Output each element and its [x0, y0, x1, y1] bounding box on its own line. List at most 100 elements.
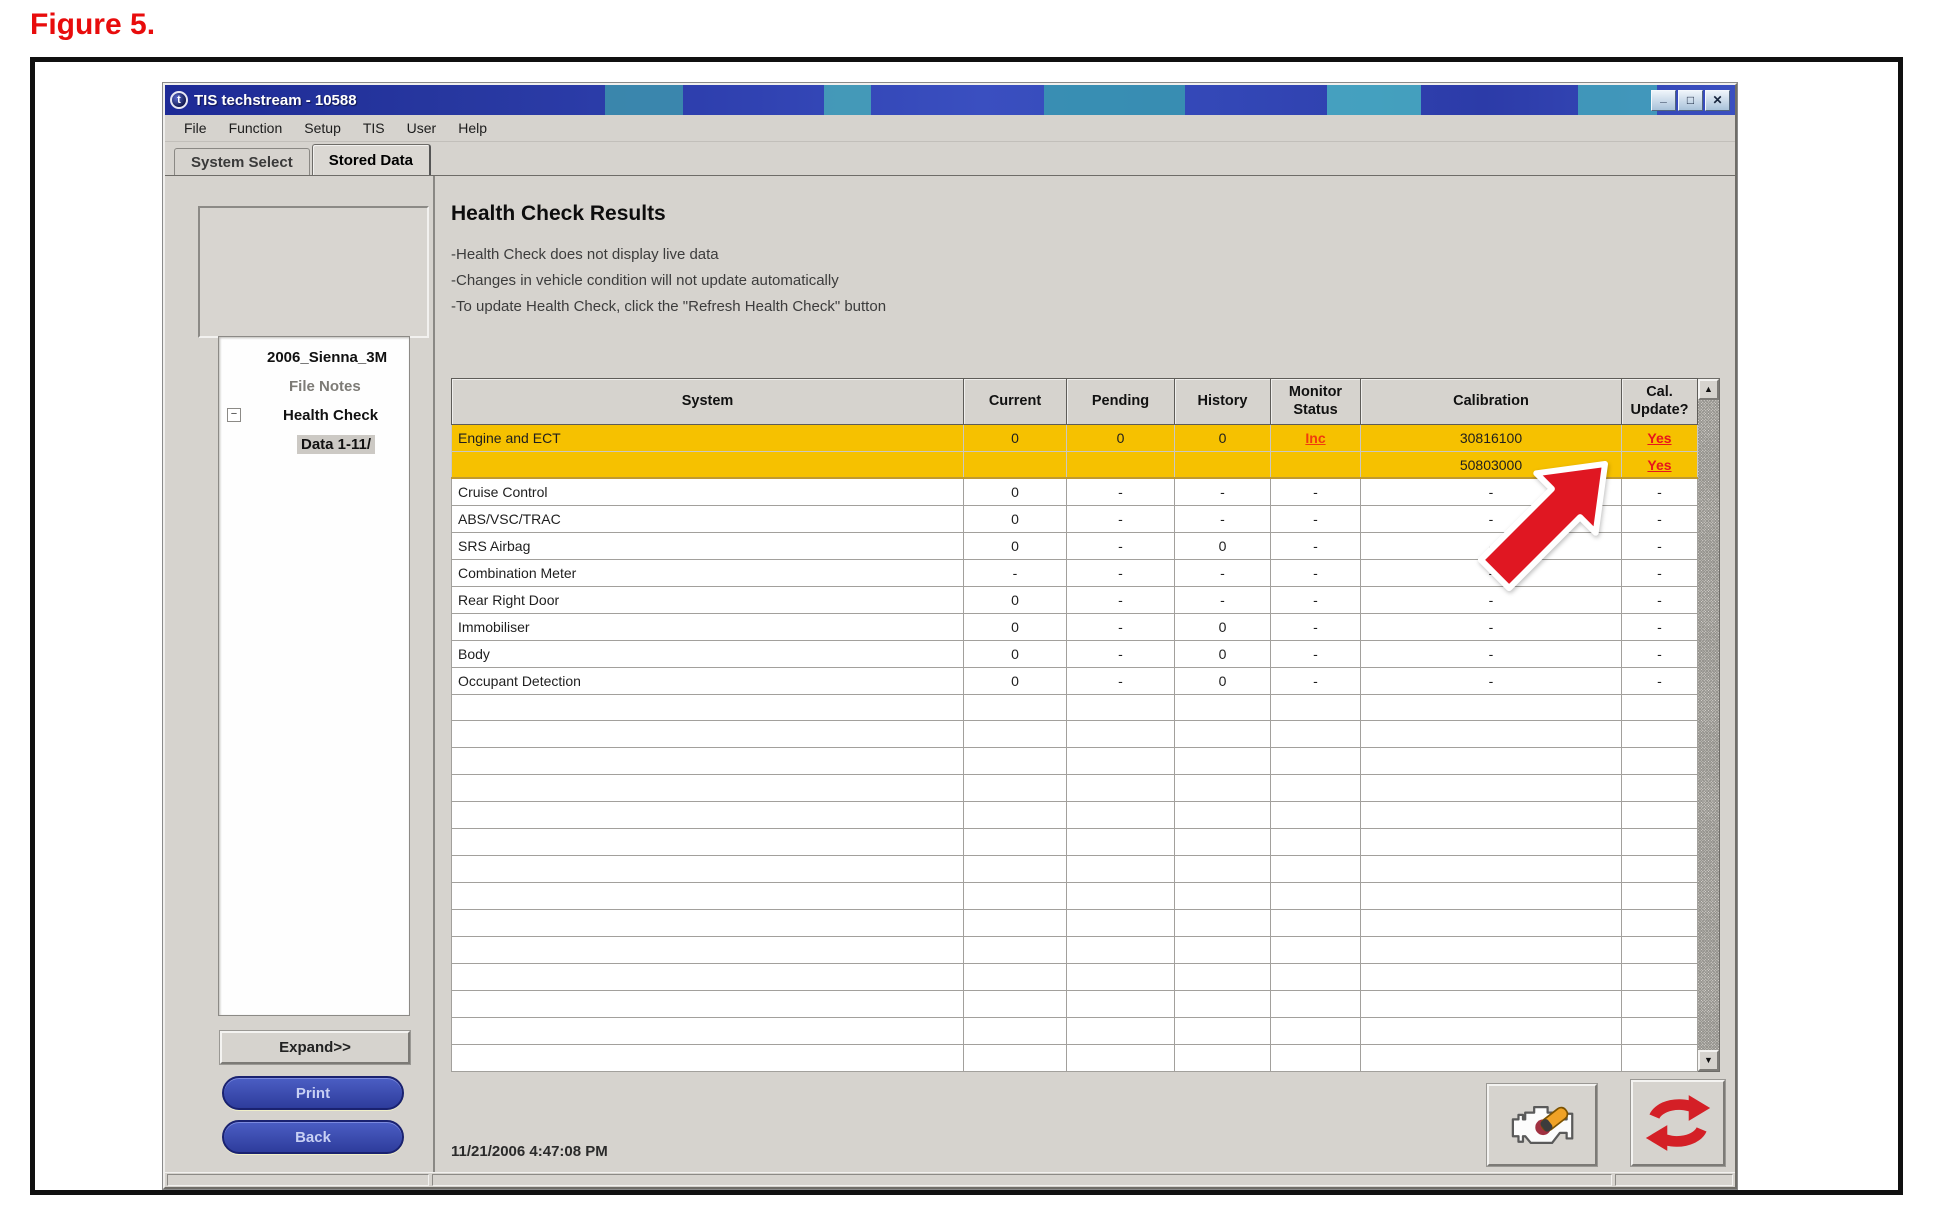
tree-item-label: Health Check [283, 407, 378, 424]
cell-current: - [964, 559, 1067, 586]
empty-table-row [452, 775, 1698, 802]
titlebar-artifact [1044, 85, 1185, 115]
app-icon: t [170, 91, 188, 109]
cell-current: 0 [964, 613, 1067, 640]
cell-calibration: - [1361, 559, 1622, 586]
column-header-history: History [1175, 379, 1271, 425]
main-area: 2006_Sienna_3M File Notes − Health Check Dat… [165, 175, 1735, 1172]
column-header-monitor-status: MonitorStatus [1271, 379, 1361, 425]
table-row[interactable]: Engine and ECT000Inc30816100Yes [452, 425, 1698, 452]
refresh-health-check-button[interactable] [1631, 1080, 1725, 1166]
timestamp: 11/21/2006 4:47:08 PM [451, 1143, 608, 1160]
cell-system: Immobiliser [452, 613, 964, 640]
maximize-button[interactable]: □ [1678, 90, 1703, 111]
menu-item-file[interactable]: File [173, 117, 218, 139]
cell-system: SRS Airbag [452, 532, 964, 559]
cell-pending: - [1067, 478, 1175, 505]
table-row[interactable]: SRS Airbag0-0--- [452, 532, 1698, 559]
cell-monitor [1271, 451, 1361, 478]
empty-table-row [452, 829, 1698, 856]
table-scrollbar[interactable]: ▲ ▼ [1698, 378, 1720, 1072]
table-row[interactable]: Rear Right Door0----- [452, 586, 1698, 613]
table-row[interactable]: 50803000 Yes [452, 451, 1698, 478]
tree-item-label: File Notes [289, 378, 361, 395]
table-body: Engine and ECT000Inc30816100Yes50803000Y… [452, 425, 1698, 1072]
cell-calibration: 50803000 [1361, 451, 1622, 478]
empty-table-row [452, 856, 1698, 883]
sidebar-top-panel [198, 206, 429, 338]
column-header-calibration: Calibration [1361, 379, 1622, 425]
tree-collapse-icon[interactable]: − [227, 408, 241, 422]
empty-table-row [452, 748, 1698, 775]
menu-item-help[interactable]: Help [447, 117, 498, 139]
cell-system: Combination Meter [452, 559, 964, 586]
monitor-status-inc-link[interactable]: Inc [1305, 430, 1325, 446]
table-row[interactable]: Body0-0--- [452, 640, 1698, 667]
cell-cal_update: - [1622, 667, 1698, 694]
cal-update-yes-link[interactable]: Yes [1647, 457, 1671, 473]
menu-item-function[interactable]: Function [218, 117, 294, 139]
empty-table-row [452, 910, 1698, 937]
health-check-button[interactable] [1487, 1084, 1597, 1166]
status-cell [1615, 1174, 1733, 1186]
table-row[interactable]: ABS/VSC/TRAC0----- [452, 505, 1698, 532]
cell-current: 0 [964, 667, 1067, 694]
menu-item-setup[interactable]: Setup [293, 117, 352, 139]
column-header-cal-update: Cal.Update? [1622, 379, 1698, 425]
scroll-down-button[interactable]: ▼ [1698, 1050, 1719, 1071]
cell-pending [1067, 451, 1175, 478]
titlebar-artifact [824, 85, 871, 115]
cell-monitor: - [1271, 640, 1361, 667]
table-row[interactable]: Immobiliser0-0--- [452, 613, 1698, 640]
cell-calibration: - [1361, 640, 1622, 667]
engine-icon [1506, 1097, 1578, 1153]
tab-system-select[interactable]: System Select [174, 148, 310, 175]
menubar: FileFunctionSetupTISUserHelp [165, 115, 1735, 142]
menu-item-tis[interactable]: TIS [352, 117, 396, 139]
cell-system: Cruise Control [452, 478, 964, 505]
cell-monitor: - [1271, 505, 1361, 532]
cell-history: 0 [1175, 532, 1271, 559]
cell-monitor: Inc [1271, 425, 1361, 452]
menu-item-user[interactable]: User [396, 117, 448, 139]
cell-system: Body [452, 640, 964, 667]
cell-calibration: - [1361, 667, 1622, 694]
tree-item-data-1-11[interactable]: Data 1-11/ [219, 430, 409, 459]
scrollbar-track[interactable] [1698, 400, 1719, 1050]
cell-system [452, 451, 964, 478]
cell-current: 0 [964, 425, 1067, 452]
empty-table-row [452, 802, 1698, 829]
tab-stored-data[interactable]: Stored Data [312, 144, 431, 175]
cell-calibration: - [1361, 505, 1622, 532]
column-header-pending: Pending [1067, 379, 1175, 425]
minimize-button[interactable]: _ [1651, 90, 1676, 111]
cal-update-yes-link[interactable]: Yes [1647, 430, 1671, 446]
tree-item-file-notes[interactable]: File Notes [219, 372, 409, 401]
cell-cal_update: - [1622, 478, 1698, 505]
scroll-up-button[interactable]: ▲ [1698, 379, 1719, 400]
cell-system: ABS/VSC/TRAC [452, 505, 964, 532]
expand-button[interactable]: Expand>> [220, 1031, 410, 1064]
table-row[interactable]: Cruise Control0----- [452, 478, 1698, 505]
cell-cal_update: - [1622, 586, 1698, 613]
sidebar: 2006_Sienna_3M File Notes − Health Check Dat… [165, 176, 435, 1172]
close-button[interactable]: ✕ [1705, 90, 1730, 111]
cell-history [1175, 451, 1271, 478]
cell-pending: 0 [1067, 425, 1175, 452]
tab-strip: System SelectStored Data [165, 142, 1735, 175]
print-button[interactable]: Print [222, 1076, 404, 1110]
tree-item-health-check[interactable]: − Health Check [219, 401, 409, 430]
empty-table-row [452, 1044, 1698, 1071]
empty-table-row [452, 1017, 1698, 1044]
cell-system: Rear Right Door [452, 586, 964, 613]
back-button[interactable]: Back [222, 1120, 404, 1154]
table-row[interactable]: Combination Meter------ [452, 559, 1698, 586]
cell-monitor: - [1271, 478, 1361, 505]
table-row[interactable]: Occupant Detection0-0--- [452, 667, 1698, 694]
tree-item-2006-sienna-3m[interactable]: 2006_Sienna_3M [219, 343, 409, 372]
tree-item-label: 2006_Sienna_3M [267, 349, 387, 366]
cell-pending: - [1067, 586, 1175, 613]
cell-history: - [1175, 586, 1271, 613]
empty-table-row [452, 937, 1698, 964]
empty-table-row [452, 694, 1698, 721]
